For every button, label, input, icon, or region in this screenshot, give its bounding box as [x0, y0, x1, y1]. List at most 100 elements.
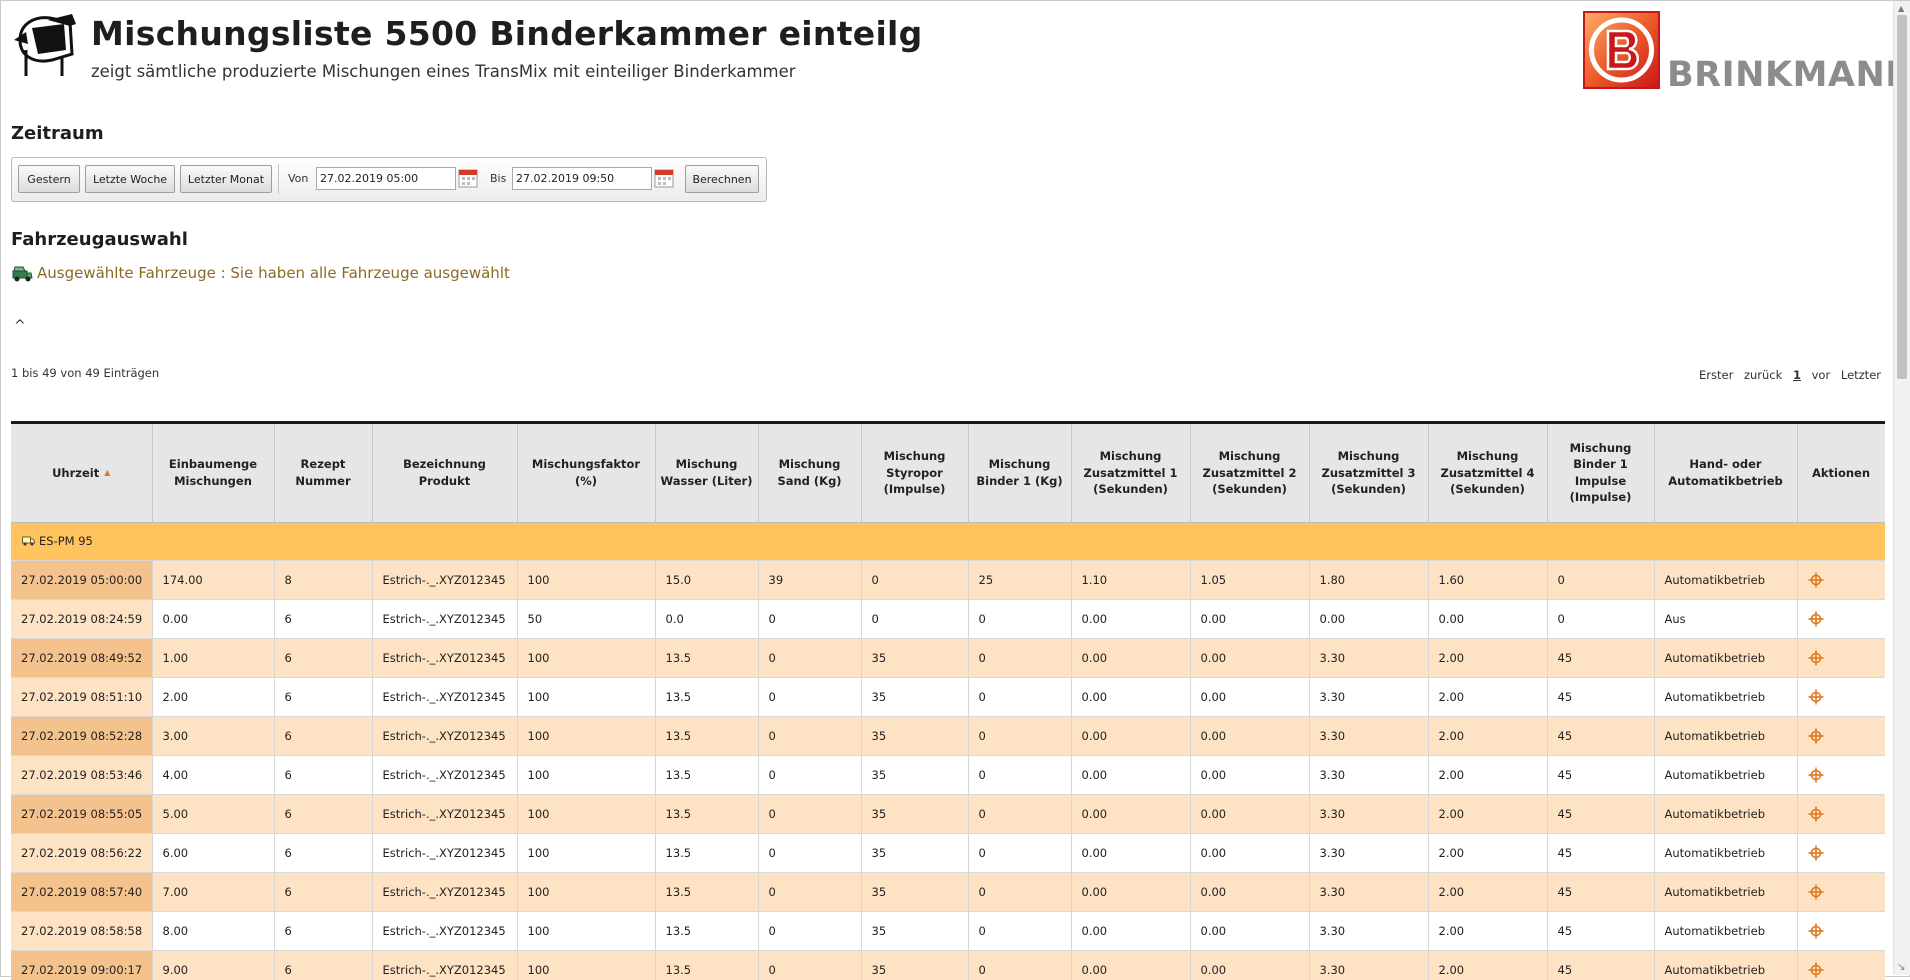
crosshair-target-icon[interactable]	[1808, 728, 1824, 744]
bis-date-input[interactable]	[512, 167, 652, 190]
crosshair-target-icon[interactable]	[1808, 650, 1824, 666]
cell-bezeichnung: Estrich-._.XYZ012345	[372, 599, 518, 639]
table-row[interactable]: 27.02.2019 08:58:58 8.00 6 Estrich-._.XYZ01…	[11, 911, 1885, 951]
resize-grip-icon[interactable]: ↘	[1893, 960, 1909, 975]
cell-zusatzmittel3: 3.30	[1309, 950, 1429, 980]
column-header-zusatzmittel4[interactable]: Mischung Zusatzmittel 4 (Sekunden)	[1428, 424, 1548, 523]
cell-zusatzmittel1: 0.00	[1071, 716, 1191, 756]
cell-rezept: 6	[274, 755, 373, 795]
calendar-icon[interactable]	[654, 168, 674, 188]
column-header-sand[interactable]: Mischung Sand (Kg)	[758, 424, 862, 523]
cell-zusatzmittel3: 3.30	[1309, 638, 1429, 678]
table-row[interactable]: 27.02.2019 08:24:59 0.00 6 Estrich-._.XYZ01…	[11, 599, 1885, 639]
pager-first[interactable]: Erster	[1699, 368, 1733, 382]
group-row[interactable]: ES-PM 95	[11, 522, 1885, 561]
table-row[interactable]: 27.02.2019 08:55:05 5.00 6 Estrich-._.XYZ01…	[11, 794, 1885, 834]
column-header-binder1-impulse[interactable]: Mischung Binder 1 Impulse (Impulse)	[1547, 424, 1655, 523]
crosshair-target-icon[interactable]	[1808, 767, 1824, 783]
cell-sand: 0	[758, 677, 862, 717]
cell-binder1: 0	[968, 755, 1072, 795]
column-header-wasser[interactable]: Mischung Wasser (Liter)	[655, 424, 759, 523]
gestern-button[interactable]: Gestern	[18, 165, 80, 193]
cell-einbaumenge: 8.00	[152, 911, 275, 951]
calendar-icon[interactable]	[458, 168, 478, 188]
column-header-uhrzeit[interactable]: Uhrzeit ▲	[11, 424, 153, 523]
cell-betriebsart: Automatikbetrieb	[1654, 560, 1798, 600]
fahrzeugauswahl-title: Fahrzeugauswahl	[11, 229, 188, 250]
cell-binder1-impulse: 45	[1547, 911, 1655, 951]
column-header-zusatzmittel2[interactable]: Mischung Zusatzmittel 2 (Sekunden)	[1190, 424, 1310, 523]
cell-einbaumenge: 3.00	[152, 716, 275, 756]
cell-einbaumenge: 4.00	[152, 755, 275, 795]
cell-sand: 39	[758, 560, 862, 600]
von-date-input[interactable]	[316, 167, 456, 190]
table-row[interactable]: 27.02.2019 08:56:22 6.00 6 Estrich-._.XYZ01…	[11, 833, 1885, 873]
column-header-mischungsfaktor[interactable]: Mischungsfaktor (%)	[517, 424, 656, 523]
table-row[interactable]: 27.02.2019 05:00:00 174.00 8 Estrich-._.XYZ…	[11, 560, 1885, 600]
column-header-betriebsart[interactable]: Hand- oder Automatikbetrieb	[1654, 424, 1798, 523]
cell-rezept: 6	[274, 716, 373, 756]
scroll-up-arrow-icon[interactable]: ▲	[1898, 4, 1904, 13]
cell-sand: 0	[758, 950, 862, 980]
letzter-monat-button[interactable]: Letzter Monat	[180, 165, 272, 193]
cell-betriebsart: Automatikbetrieb	[1654, 677, 1798, 717]
column-header-zusatzmittel3[interactable]: Mischung Zusatzmittel 3 (Sekunden)	[1309, 424, 1429, 523]
crosshair-target-icon[interactable]	[1808, 845, 1824, 861]
cell-zusatzmittel1: 0.00	[1071, 833, 1191, 873]
cell-aktionen	[1797, 794, 1885, 834]
date-range-toolbar: Gestern Letzte Woche Letzter Monat Von B…	[11, 157, 767, 202]
table-row[interactable]: 27.02.2019 08:51:10 2.00 6 Estrich-._.XYZ01…	[11, 677, 1885, 717]
crosshair-target-icon[interactable]	[1808, 611, 1824, 627]
brinkmann-logo	[1583, 11, 1660, 89]
cell-bezeichnung: Estrich-._.XYZ012345	[372, 677, 518, 717]
cell-zusatzmittel3: 3.30	[1309, 677, 1429, 717]
column-header-label: Mischung Binder 1 (Kg)	[976, 457, 1063, 488]
cell-sand: 0	[758, 716, 862, 756]
berechnen-button[interactable]: Berechnen	[685, 165, 759, 193]
letzte-woche-button[interactable]: Letzte Woche	[85, 165, 175, 193]
cell-binder1: 0	[968, 716, 1072, 756]
cell-zusatzmittel4: 2.00	[1428, 677, 1548, 717]
vertical-scrollbar[interactable]: ▲	[1893, 1, 1910, 975]
column-header-binder1[interactable]: Mischung Binder 1 (Kg)	[968, 424, 1072, 523]
table-row[interactable]: 27.02.2019 08:53:46 4.00 6 Estrich-._.XYZ01…	[11, 755, 1885, 795]
cell-styropor: 35	[861, 872, 969, 912]
cell-bezeichnung: Estrich-._.XYZ012345	[372, 833, 518, 873]
crosshair-target-icon[interactable]	[1808, 572, 1824, 588]
table-row[interactable]: 27.02.2019 08:57:40 7.00 6 Estrich-._.XYZ01…	[11, 872, 1885, 912]
pager-prev[interactable]: zurück	[1744, 368, 1782, 382]
table-row[interactable]: 27.02.2019 08:49:52 1.00 6 Estrich-._.XYZ01…	[11, 638, 1885, 678]
crosshair-target-icon[interactable]	[1808, 884, 1824, 900]
column-header-einbaumenge[interactable]: Einbaumenge Mischungen	[152, 424, 275, 523]
column-header-rezept[interactable]: Rezept Nummer	[274, 424, 373, 523]
cell-mischungsfaktor: 100	[517, 755, 656, 795]
table-row[interactable]: 27.02.2019 08:52:28 3.00 6 Estrich-._.XYZ01…	[11, 716, 1885, 756]
column-header-zusatzmittel1[interactable]: Mischung Zusatzmittel 1 (Sekunden)	[1071, 424, 1191, 523]
cell-mischungsfaktor: 100	[517, 638, 656, 678]
scrollbar-thumb[interactable]	[1897, 15, 1907, 379]
cell-zusatzmittel4: 2.00	[1428, 872, 1548, 912]
cell-betriebsart: Automatikbetrieb	[1654, 872, 1798, 912]
crosshair-target-icon[interactable]	[1808, 923, 1824, 939]
cell-binder1-impulse: 45	[1547, 833, 1655, 873]
cell-zusatzmittel4: 2.00	[1428, 755, 1548, 795]
selected-vehicles-link[interactable]: Ausgewählte Fahrzeuge : Sie haben alle F…	[37, 264, 510, 282]
cell-zusatzmittel4: 2.00	[1428, 638, 1548, 678]
cell-rezept: 6	[274, 599, 373, 639]
crosshair-target-icon[interactable]	[1808, 806, 1824, 822]
cell-sand: 0	[758, 911, 862, 951]
cell-binder1-impulse: 0	[1547, 560, 1655, 600]
column-header-bezeichnung[interactable]: Bezeichnung Produkt	[372, 424, 518, 523]
crosshair-target-icon[interactable]	[1808, 962, 1824, 978]
cell-bezeichnung: Estrich-._.XYZ012345	[372, 638, 518, 678]
pager-last[interactable]: Letzter	[1841, 368, 1881, 382]
column-header-styropor[interactable]: Mischung Styropor (Impulse)	[861, 424, 969, 523]
pager-page-1[interactable]: 1	[1793, 368, 1801, 382]
crosshair-target-icon[interactable]	[1808, 689, 1824, 705]
table-row[interactable]: 27.02.2019 09:00:17 9.00 6 Estrich-._.XYZ01…	[11, 950, 1885, 980]
cell-einbaumenge: 1.00	[152, 638, 275, 678]
cell-rezept: 6	[274, 638, 373, 678]
collapse-toggle[interactable]: ^	[14, 318, 26, 334]
cell-aktionen	[1797, 716, 1885, 756]
pager-next[interactable]: vor	[1812, 368, 1831, 382]
